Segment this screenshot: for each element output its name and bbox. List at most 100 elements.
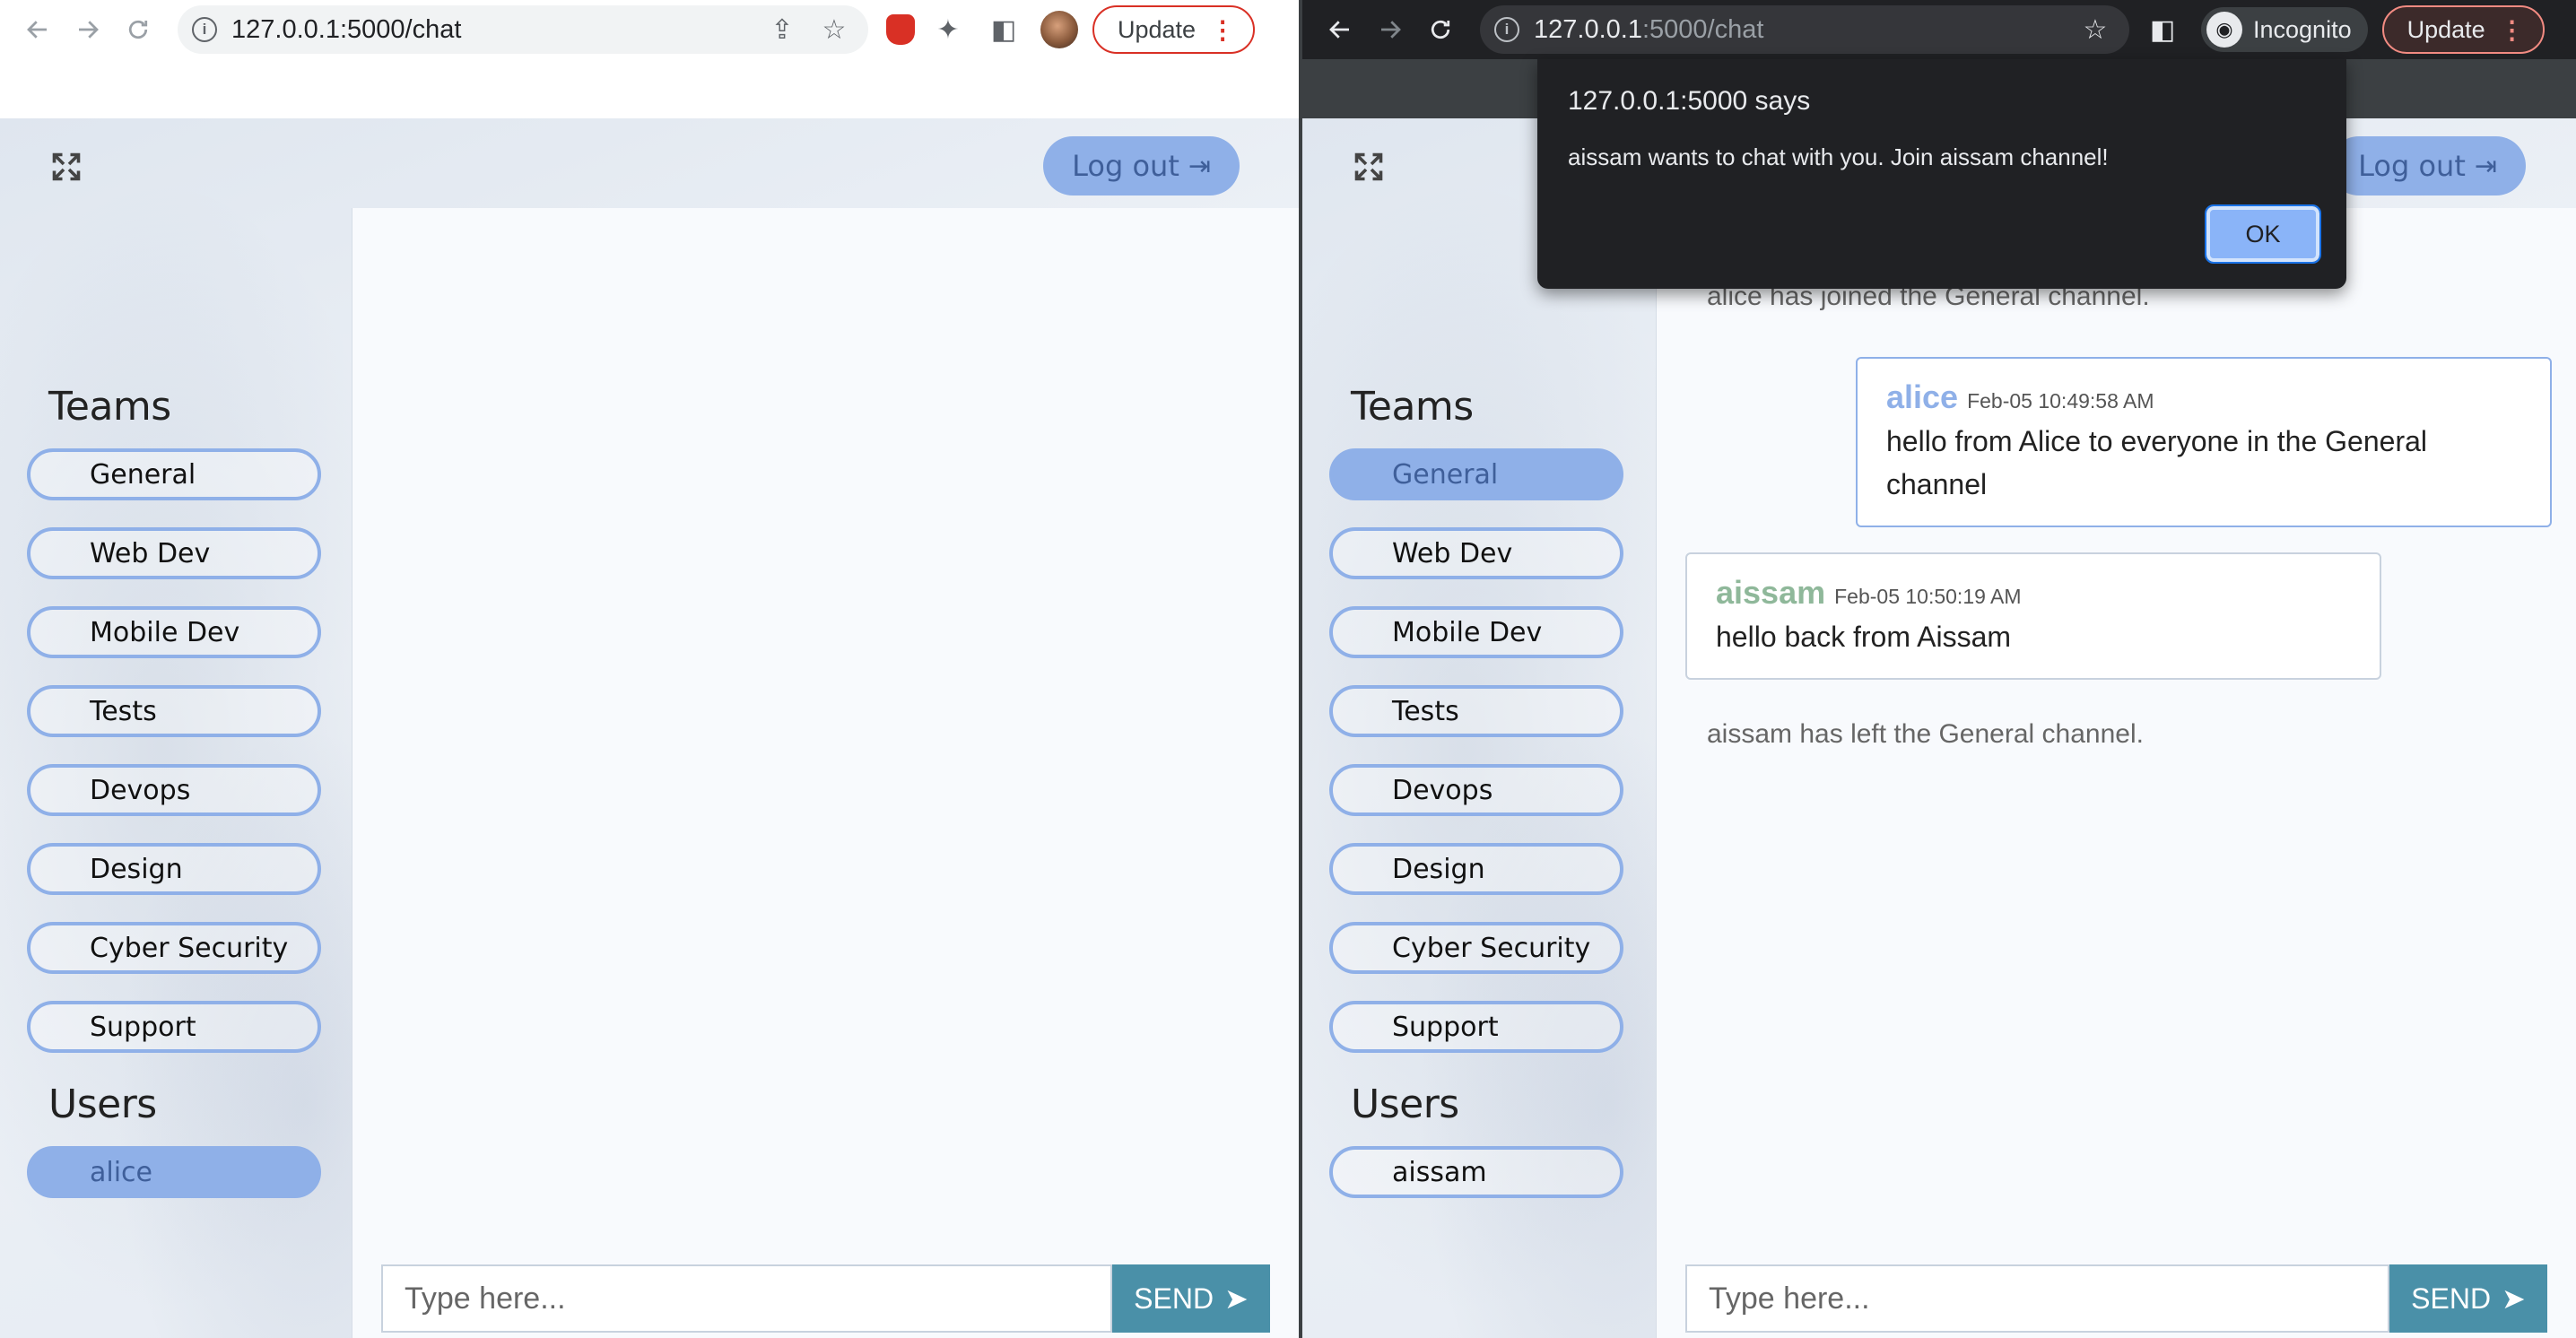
site-info-icon[interactable]: i <box>1494 17 1519 42</box>
back-arrow-icon <box>27 21 47 39</box>
users-heading: Users <box>1351 1082 1459 1127</box>
message-text: hello back from Aissam <box>1716 621 2012 653</box>
team-design[interactable]: Design <box>1329 843 1623 895</box>
incognito-icon: ◉ <box>2206 12 2242 48</box>
back-button[interactable] <box>1315 4 1365 55</box>
send-button[interactable]: SEND ➤ <box>1112 1264 1270 1333</box>
sidebar: Teams General Web Dev Mobile Dev Tests D… <box>0 208 352 1338</box>
team-support[interactable]: Support <box>1329 1001 1623 1053</box>
team-devops[interactable]: Devops <box>1329 764 1623 816</box>
alert-ok-button[interactable]: OK <box>2205 204 2321 264</box>
address-bar[interactable]: i 127.0.0.1:5000/chat ⇪ ☆ <box>178 5 868 54</box>
logout-label: Log out <box>2358 149 2466 183</box>
team-design[interactable]: Design <box>27 843 321 895</box>
user-alice[interactable]: alice <box>27 1146 321 1198</box>
logout-button[interactable]: Log out ⇥ <box>1043 136 1240 195</box>
message-composer: SEND ➤ <box>1685 1264 2547 1333</box>
url-host: 127.0.0.1 <box>1534 14 1642 44</box>
update-button[interactable]: Update ⋮ <box>2381 5 2545 54</box>
team-support[interactable]: Support <box>27 1001 321 1053</box>
browser-toolbar: i 127.0.0.1:5000/chat ☆ ◧ ◉ Incognito Up… <box>1302 0 2576 59</box>
team-cyber-security[interactable]: Cyber Security <box>1329 922 1623 974</box>
url-text: 127.0.0.1:5000/chat <box>231 14 462 44</box>
back-button[interactable] <box>13 4 63 55</box>
forward-button[interactable] <box>63 4 113 55</box>
send-button[interactable]: SEND ➤ <box>2389 1264 2547 1333</box>
team-tests[interactable]: Tests <box>1329 685 1623 737</box>
message-username: aissam <box>1716 574 1826 611</box>
teams-heading: Teams <box>1351 384 1474 430</box>
teams-heading: Teams <box>48 384 171 430</box>
send-label: SEND <box>2411 1282 2492 1315</box>
team-general[interactable]: General <box>27 448 321 500</box>
bookmark-star-icon[interactable]: ☆ <box>2076 10 2115 49</box>
js-alert-dialog: 127.0.0.1:5000 says aissam wants to chat… <box>1537 59 2346 289</box>
incognito-indicator[interactable]: ◉ Incognito <box>2201 7 2368 52</box>
right-browser-window-incognito: i 127.0.0.1:5000/chat ☆ ◧ ◉ Incognito Up… <box>1302 0 2576 1338</box>
profile-avatar[interactable] <box>1040 11 1078 48</box>
team-general[interactable]: General <box>1329 448 1623 500</box>
message-text: hello from Alice to everyone in the Gene… <box>1886 425 2427 500</box>
fullscreen-expand-icon[interactable] <box>50 151 83 183</box>
chat-app-page: Log out ⇥ Teams General Web Dev Mobile D… <box>1302 118 2576 1338</box>
side-panel-icon[interactable]: ◧ <box>981 7 1026 52</box>
side-panel-icon[interactable]: ◧ <box>2140 7 2185 52</box>
logout-button[interactable]: Log out ⇥ <box>2329 136 2526 195</box>
paper-plane-icon: ➤ <box>2502 1282 2526 1315</box>
incognito-label: Incognito <box>2253 15 2352 43</box>
team-mobile-dev[interactable]: Mobile Dev <box>27 606 321 658</box>
more-menu-icon: ⋮ <box>1210 15 1236 44</box>
extensions-puzzle-icon[interactable]: ✦ <box>926 7 970 52</box>
chat-app-page: Log out ⇥ Teams General Web Dev Mobile D… <box>0 118 1299 1338</box>
users-heading: Users <box>48 1082 157 1127</box>
more-menu-icon: ⋮ <box>2499 15 2525 44</box>
team-web-dev[interactable]: Web Dev <box>1329 527 1623 579</box>
reload-button[interactable] <box>1415 4 1466 55</box>
site-info-icon[interactable]: i <box>192 17 217 42</box>
team-mobile-dev[interactable]: Mobile Dev <box>1329 606 1623 658</box>
message-input[interactable] <box>381 1264 1112 1333</box>
update-label: Update <box>2406 15 2485 43</box>
message-alice: alice Feb-05 10:49:58 AM hello from Alic… <box>1856 357 2552 527</box>
bookmarks-area <box>0 59 1299 118</box>
team-tests[interactable]: Tests <box>27 685 321 737</box>
message-aissam: aissam Feb-05 10:50:19 AM hello back fro… <box>1685 552 2381 680</box>
team-web-dev[interactable]: Web Dev <box>27 527 321 579</box>
chat-panel: alice has joined the General channel. al… <box>1656 208 2576 1338</box>
forward-arrow-icon <box>79 21 99 39</box>
message-timestamp: Feb-05 10:50:19 AM <box>1834 585 2022 608</box>
sign-out-icon: ⇥ <box>2474 150 2497 182</box>
update-label: Update <box>1118 15 1197 43</box>
system-message-left: aissam has left the General channel. <box>1707 719 2144 749</box>
team-cyber-security[interactable]: Cyber Security <box>27 922 321 974</box>
reload-button[interactable] <box>113 4 163 55</box>
forward-arrow-icon <box>1381 21 1401 39</box>
address-bar[interactable]: i 127.0.0.1:5000/chat ☆ <box>1480 5 2129 54</box>
logout-label: Log out <box>1072 149 1179 183</box>
paper-plane-icon: ➤ <box>1224 1282 1249 1315</box>
browser-toolbar: i 127.0.0.1:5000/chat ⇪ ☆ ✦ ◧ Update ⋮ <box>0 0 1299 59</box>
adblock-extension-icon[interactable] <box>886 14 915 45</box>
team-devops[interactable]: Devops <box>27 764 321 816</box>
url-path: :5000/chat <box>1641 14 1764 44</box>
message-username: alice <box>1886 378 1959 415</box>
send-label: SEND <box>1134 1282 1214 1315</box>
alert-title: 127.0.0.1:5000 says <box>1568 86 1811 116</box>
message-input[interactable] <box>1685 1264 2389 1333</box>
alert-message: aissam wants to chat with you. Join aiss… <box>1568 143 2109 170</box>
share-icon[interactable]: ⇪ <box>762 10 802 49</box>
reload-icon <box>1431 20 1450 39</box>
message-composer: SEND ➤ <box>381 1264 1270 1333</box>
chat-panel: SEND ➤ <box>352 208 1299 1338</box>
left-browser-window: i 127.0.0.1:5000/chat ⇪ ☆ ✦ ◧ Update ⋮ L… <box>0 0 1299 1338</box>
message-timestamp: Feb-05 10:49:58 AM <box>1967 389 2154 413</box>
user-aissam[interactable]: aissam <box>1329 1146 1623 1198</box>
update-button[interactable]: Update ⋮ <box>1092 5 1256 54</box>
sign-out-icon: ⇥ <box>1188 150 1211 182</box>
sidebar: Teams General Web Dev Mobile Dev Tests D… <box>1302 208 1654 1338</box>
back-arrow-icon <box>1329 21 1349 39</box>
fullscreen-expand-icon[interactable] <box>1353 151 1385 183</box>
forward-button[interactable] <box>1365 4 1415 55</box>
reload-icon <box>128 20 148 39</box>
bookmark-star-icon[interactable]: ☆ <box>814 10 854 49</box>
